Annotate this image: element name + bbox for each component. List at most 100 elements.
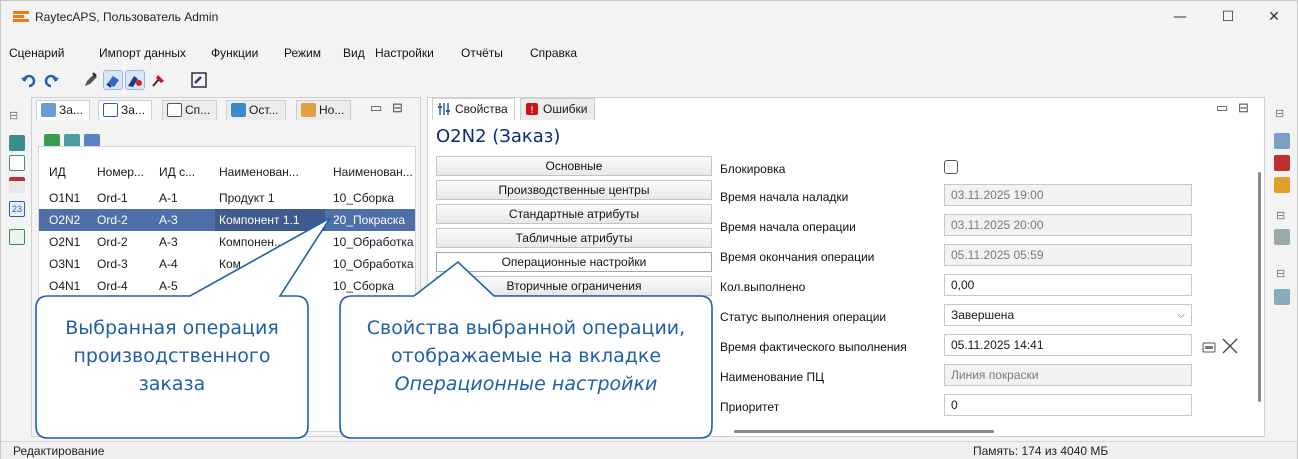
menu-settings[interactable]: Настройки xyxy=(375,46,434,60)
category-table-attributes[interactable]: Табличные атрибуты xyxy=(436,228,712,248)
cell-ids: A-5 xyxy=(159,279,178,293)
priority-input[interactable]: 0 xyxy=(944,394,1192,416)
tab-stock[interactable]: Ост... xyxy=(226,100,286,120)
col-header-id[interactable]: ИД xyxy=(45,161,91,183)
pin-panel-icon[interactable]: ⊟ xyxy=(1275,107,1284,120)
maximize-button[interactable]: ☐ xyxy=(1205,1,1251,33)
table-row[interactable]: O2N1 Ord-2 A-3 Компонен... 10_Обработка xyxy=(39,231,415,253)
qty-done-input[interactable]: 0,00 xyxy=(944,274,1192,296)
filter-icon[interactable] xyxy=(1274,229,1290,245)
hierarchy-icon[interactable] xyxy=(9,155,25,171)
table-row[interactable]: O1N1 Ord-1 A-1 Продукт 1 10_Сборка xyxy=(39,187,415,209)
panel-restore-icon[interactable]: ⊟ xyxy=(392,100,403,116)
funnel-icon[interactable] xyxy=(1274,289,1290,305)
cell-ids: A-4 xyxy=(159,257,178,271)
color-edit-icon[interactable] xyxy=(125,70,145,90)
cell-number: Ord-1 xyxy=(97,191,128,205)
callout-right-plain: Свойства выбранной операции, отображаемы… xyxy=(366,317,686,367)
tab-properties-label: Свойства xyxy=(455,102,508,116)
calendar-error-icon[interactable] xyxy=(1274,177,1290,193)
cell-id: O4N1 xyxy=(49,279,81,293)
panel-minimize-icon[interactable]: ▭ xyxy=(370,100,382,116)
menu-scenario[interactable]: Сценарий xyxy=(9,46,64,60)
panel-minimize-icon[interactable]: ▭ xyxy=(1216,100,1228,116)
calendar-picker-icon[interactable] xyxy=(1200,338,1218,356)
table-row[interactable]: O3N1 Ord-3 A-4 Ком...1.2 10_Обработка xyxy=(39,253,415,275)
pin-panel-icon[interactable]: ⊟ xyxy=(1276,209,1285,222)
category-work-centers[interactable]: Производственные центры xyxy=(436,180,712,200)
tab-errors-label: Ошибки xyxy=(543,102,588,116)
cell-ids: A-3 xyxy=(159,213,178,227)
vertical-scrollbar[interactable] xyxy=(1258,172,1261,402)
clear-value-icon[interactable] xyxy=(1220,336,1238,354)
callout-right-text: Свойства выбранной операции, отображаемы… xyxy=(346,314,706,398)
tab-list[interactable]: Сп... xyxy=(162,100,218,120)
tab-orders-table-label: За... xyxy=(121,103,145,117)
col-header-ids[interactable]: ИД с... xyxy=(155,161,213,183)
menu-functions[interactable]: Функции xyxy=(211,46,258,60)
lock-checkbox[interactable] xyxy=(944,160,958,174)
menu-mode[interactable]: Режим xyxy=(284,46,321,60)
prop-label-lock: Блокировка xyxy=(720,162,786,176)
panel-restore-icon[interactable]: ⊟ xyxy=(1238,100,1249,116)
calendar-day-icon[interactable]: 23 xyxy=(9,201,25,217)
tab-nomenclature[interactable]: Но... xyxy=(296,100,352,120)
setup-start-field: 03.11.2025 19:00 xyxy=(944,184,1192,206)
tab-list-label: Сп... xyxy=(185,103,211,117)
pin-panel-icon[interactable]: ⊟ xyxy=(1276,267,1285,280)
col-header-number[interactable]: Номер... xyxy=(93,161,151,183)
chevron-down-icon: ⌵ xyxy=(1176,308,1185,321)
cell-name1: Продукт 1 xyxy=(219,191,275,205)
op-start-field: 03.11.2025 20:00 xyxy=(944,214,1192,236)
pencil-icon[interactable] xyxy=(81,70,101,90)
cell-id: O2N1 xyxy=(49,235,81,249)
left-tool-strip: ⊟ 23 xyxy=(5,97,29,437)
table-icon[interactable] xyxy=(9,229,25,245)
settings-gear-icon[interactable] xyxy=(1274,133,1290,149)
category-secondary-constraints[interactable]: Вторичные ограничения xyxy=(436,276,712,296)
object-title: O2N2 (Заказ) xyxy=(436,126,561,147)
category-standard-attributes[interactable]: Стандартные атрибуты xyxy=(436,204,712,224)
category-main[interactable]: Основные xyxy=(436,156,712,176)
redo-icon[interactable] xyxy=(41,70,61,90)
tab-orders[interactable]: За... xyxy=(36,100,90,120)
prop-label-priority: Приоритет xyxy=(720,400,780,414)
menu-reports[interactable]: Отчёты xyxy=(461,46,503,60)
category-operation-settings[interactable]: Операционные настройки xyxy=(436,252,712,272)
menu-help[interactable]: Справка xyxy=(530,46,577,60)
cell-id: O3N1 xyxy=(49,257,81,271)
app-logo-icon xyxy=(13,11,29,23)
status-bar: Редактирование Память: 174 из 4040 МБ xyxy=(1,441,1297,459)
table-row[interactable]: O4N1 Ord-4 A-5 ...2 10_Сборка xyxy=(39,275,415,297)
cell-number: Ord-3 xyxy=(97,257,128,271)
undo-icon[interactable] xyxy=(19,70,39,90)
table-row-selected[interactable]: O2N2 Ord-2 A-3 Компонент 1.1 20_Покраска xyxy=(39,209,415,231)
cell-ids: A-3 xyxy=(159,235,178,249)
col-header-name2[interactable]: Наименован... xyxy=(329,161,415,183)
gantt-icon[interactable] xyxy=(189,70,209,90)
col-header-name1[interactable]: Наименован... xyxy=(215,161,325,183)
pin-panel-icon[interactable]: ⊟ xyxy=(9,109,18,122)
close-button[interactable]: ✕ xyxy=(1251,1,1297,33)
tab-properties[interactable]: Свойства xyxy=(432,98,515,120)
properties-icon xyxy=(437,102,451,116)
calendar-icon[interactable] xyxy=(9,177,25,193)
tab-orders-table[interactable]: За... xyxy=(98,100,152,120)
cell-name2: 20_Покраска xyxy=(333,213,406,227)
calendar-icon[interactable] xyxy=(1274,155,1290,171)
pin-icon[interactable] xyxy=(149,70,169,90)
wc-name-field: Линия покраски xyxy=(944,364,1192,386)
status-select[interactable]: Завершена ⌵ xyxy=(944,304,1192,326)
minimize-button[interactable]: — xyxy=(1157,1,1203,33)
menu-import[interactable]: Импорт данных xyxy=(99,46,186,60)
horizontal-scrollbar[interactable] xyxy=(734,430,994,433)
right-tool-strip: ⊟ ⊟ ⊟ xyxy=(1269,97,1295,437)
eraser-select-icon[interactable] xyxy=(103,70,123,90)
menu-view[interactable]: Вид xyxy=(343,46,365,60)
cell-number: Ord-2 xyxy=(97,235,128,249)
actual-time-input[interactable]: 05.11.2025 14:41 xyxy=(944,334,1192,356)
grid-header: ИД Номер... ИД с... Наименован... Наимен… xyxy=(39,161,415,183)
tab-errors[interactable]: ! Ошибки xyxy=(520,98,595,120)
title-bar: RaytecAPS, Пользователь Admin — ☐ ✕ xyxy=(1,1,1297,33)
tree-view-icon[interactable] xyxy=(9,135,25,151)
